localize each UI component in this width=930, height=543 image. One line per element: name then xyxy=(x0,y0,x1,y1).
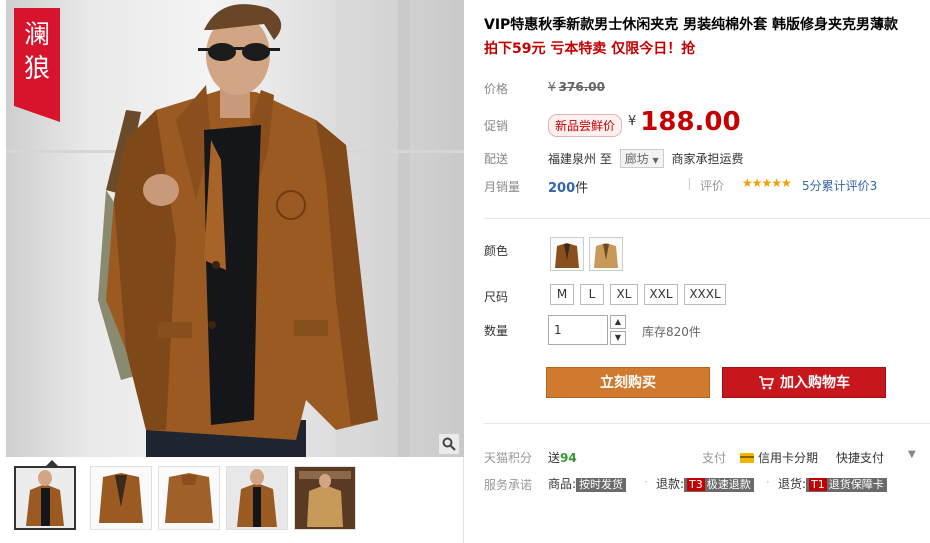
separator-dot: · xyxy=(644,475,648,489)
sales-unit: 件 xyxy=(575,181,589,196)
shipping-label: 配送 xyxy=(484,152,509,166)
currency-symbol: ¥ xyxy=(628,114,637,129)
review-summary-link[interactable]: 5分累计评价3 xyxy=(802,177,877,194)
shipping-fee-text: 商家承担运费 xyxy=(671,152,744,166)
ship-from: 福建泉州 xyxy=(548,152,597,166)
thumbnail-5[interactable] xyxy=(294,466,356,530)
payment-label: 支付 xyxy=(702,451,727,465)
size-option-xl[interactable]: XL xyxy=(610,284,638,305)
original-price-value: 376.00 xyxy=(558,80,605,94)
service-label: 服务承诺 xyxy=(484,478,533,492)
promo-price-value: 188.00 xyxy=(640,107,741,137)
monthly-sales-count: 200件 xyxy=(548,177,588,196)
service-tag-text: 极速退款 xyxy=(706,478,751,491)
tmall-points-label: 天猫积分 xyxy=(484,451,533,465)
points-info: 送94 xyxy=(548,449,577,466)
size-option-l[interactable]: L xyxy=(580,284,604,305)
service-item-return[interactable]: 退货: T1 退货保障卡 xyxy=(778,475,887,492)
color-option-khaki[interactable] xyxy=(589,237,623,271)
separator-dot: · xyxy=(766,475,770,489)
search-icon xyxy=(442,437,456,451)
thumbnail-1[interactable] xyxy=(14,466,76,530)
rating-stars-icon: ★★★★★ xyxy=(742,176,792,190)
credit-card-installment[interactable]: 信用卡分期 xyxy=(740,449,818,466)
brand-logo-flag: 澜 狼 xyxy=(14,8,60,122)
quantity-increase-button[interactable]: ▲ xyxy=(610,315,626,329)
size-option-xxl[interactable]: XXL xyxy=(644,284,678,305)
service-tag-text: 退货保障卡 xyxy=(828,478,884,491)
service-item-refund[interactable]: 退款: T3 极速退款 xyxy=(656,475,754,492)
service-prefix: 退货: xyxy=(778,477,807,491)
service-code: T3 xyxy=(687,478,705,491)
add-to-cart-button[interactable]: 加入购物车 xyxy=(722,367,886,398)
sales-count-value: 200 xyxy=(548,181,576,196)
chevron-up-icon: ▲ xyxy=(614,317,622,326)
credit-card-icon xyxy=(740,453,754,463)
product-title: VIP特惠秋季新款男士休闲夹克 男装纯棉外套 韩版修身夹克男薄款 xyxy=(484,17,899,33)
quantity-decrease-button[interactable]: ▼ xyxy=(610,331,626,345)
monthly-sales-label: 月销量 xyxy=(484,180,521,194)
quantity-input[interactable] xyxy=(548,315,608,345)
size-option-m[interactable]: M xyxy=(550,284,574,305)
shipping-info: 福建泉州 至 廊坊 ▼ 商家承担运费 xyxy=(548,149,744,168)
chevron-down-icon[interactable]: ▼ xyxy=(908,449,916,460)
thumbnail-2[interactable] xyxy=(90,466,152,530)
thumbnail-strip xyxy=(6,460,464,532)
promo-tag: 新品尝鲜价 xyxy=(548,114,623,137)
cart-icon xyxy=(759,376,774,390)
zoom-button[interactable] xyxy=(438,433,460,455)
thumbnail-3[interactable] xyxy=(158,466,220,530)
price-label: 价格 xyxy=(484,82,509,96)
quantity-label: 数量 xyxy=(484,324,509,338)
buy-now-label: 立刻购买 xyxy=(600,375,656,391)
size-label: 尺码 xyxy=(484,290,509,304)
service-prefix: 商品: xyxy=(548,477,577,491)
divider xyxy=(484,423,930,424)
service-item-delivery[interactable]: 商品: 按时发货 xyxy=(548,475,627,492)
product-subtitle: 拍下59元 亏本特卖 仅限今日！抢 xyxy=(484,41,696,57)
ship-to-word: 至 xyxy=(599,152,612,166)
product-gallery: 澜 狼 xyxy=(6,0,464,543)
destination-value: 廊坊 xyxy=(624,152,649,166)
points-value: 94 xyxy=(560,451,577,465)
stock-text: 库存820件 xyxy=(642,325,701,339)
original-price: ¥376.00 xyxy=(548,80,605,94)
promo-price: ¥188.00 xyxy=(628,107,741,137)
brand-char: 狼 xyxy=(23,54,50,84)
brand-char: 澜 xyxy=(23,20,50,50)
service-code: T1 xyxy=(809,478,827,491)
service-tag: T3 极速退款 xyxy=(684,478,754,492)
main-product-photo[interactable]: 澜 狼 xyxy=(6,0,464,457)
review-label: 评价 xyxy=(700,179,725,193)
quick-pay-link[interactable]: 快捷支付 xyxy=(836,449,884,466)
destination-select[interactable]: 廊坊 ▼ xyxy=(619,149,664,168)
separator xyxy=(689,178,690,190)
currency-symbol: ¥ xyxy=(548,80,556,94)
credit-card-label: 信用卡分期 xyxy=(758,451,819,465)
service-tag: T1 退货保障卡 xyxy=(806,478,887,492)
color-label: 颜色 xyxy=(484,244,509,258)
buy-now-button[interactable]: 立刻购买 xyxy=(546,367,710,398)
chevron-down-icon: ▼ xyxy=(652,156,659,165)
model-wearing-jacket-illustration xyxy=(98,4,378,457)
thumbnail-4[interactable] xyxy=(226,466,288,530)
promo-label: 促销 xyxy=(484,119,509,133)
divider xyxy=(484,218,930,219)
add-to-cart-label: 加入购物车 xyxy=(780,375,850,391)
chevron-down-icon: ▼ xyxy=(614,333,622,342)
product-info-panel: VIP特惠秋季新款男士休闲夹克 男装纯棉外套 韩版修身夹克男薄款 拍下59元 亏… xyxy=(484,0,930,543)
color-option-brown[interactable] xyxy=(550,237,584,271)
points-prefix: 送 xyxy=(548,451,561,465)
service-prefix: 退款: xyxy=(656,477,685,491)
service-tag: 按时发货 xyxy=(576,478,627,492)
size-option-xxxl[interactable]: XXXL xyxy=(684,284,726,305)
